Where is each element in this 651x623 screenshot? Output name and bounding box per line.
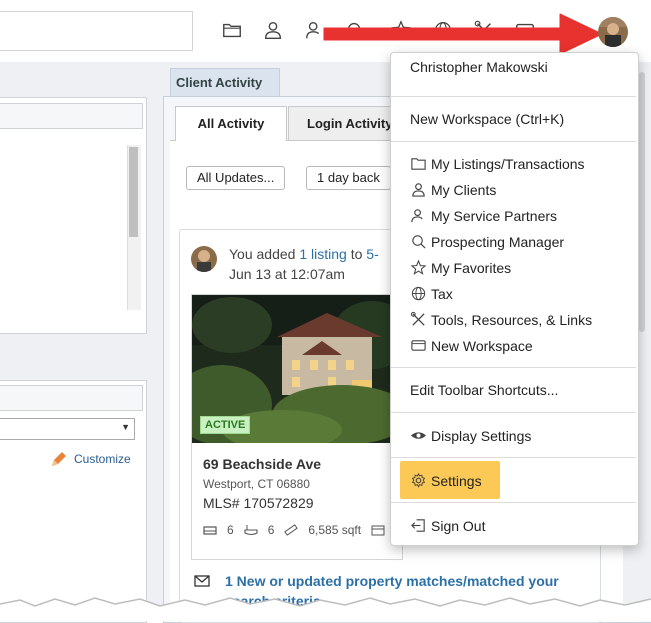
activity-text: You added 1 listing to 5- Jun 13 at 12:0… (229, 244, 379, 284)
menu-item-label: Display Settings (431, 427, 532, 444)
menu-user-name: Christopher Makowski (410, 59, 548, 75)
avatar (191, 246, 217, 272)
beds-count: 6 (227, 523, 234, 537)
left-select[interactable]: ▼ (0, 418, 135, 440)
menu-item-label: Sign Out (431, 517, 486, 534)
listing-link[interactable]: 1 listing (299, 246, 346, 262)
bath-icon (244, 524, 258, 536)
chevron-down-icon: ▼ (121, 422, 130, 432)
menu-item-favorites[interactable]: My Favorites (410, 259, 511, 276)
menu-divider (391, 96, 636, 97)
menu-divider (391, 457, 636, 458)
avatar[interactable] (598, 17, 628, 47)
menu-item-tax[interactable]: Tax (410, 285, 453, 302)
left-panel-lower (0, 380, 147, 623)
listing-mls: MLS# 170572829 (203, 495, 314, 511)
search-input[interactable] (0, 11, 193, 51)
menu-item-tools[interactable]: Tools, Resources, & Links (410, 311, 592, 328)
left-panel (0, 97, 147, 334)
workspace-icon (411, 340, 426, 351)
menu-item-label: My Favorites (431, 259, 512, 276)
search-icon (412, 235, 426, 249)
status-badge: ACTIVE (200, 416, 251, 434)
user-icon[interactable] (261, 18, 285, 42)
tools-icon (410, 311, 425, 326)
left-panel-input[interactable] (0, 103, 143, 129)
activity-mid: to (346, 246, 367, 262)
menu-item-listings[interactable]: My Listings/Transactions (410, 155, 585, 172)
listing-meta: 6 6 6,585 sqft (203, 523, 385, 537)
menu-item-label: New Workspace (431, 337, 533, 354)
menu-divider (391, 502, 636, 503)
left-panel-scroll-thumb[interactable] (129, 147, 138, 237)
left-lower-input[interactable] (0, 385, 143, 411)
menu-item-label: Tax (431, 285, 453, 302)
menu-item-label: Prospecting Manager (431, 233, 565, 250)
user-handshake-icon (411, 209, 423, 223)
menu-item-prospecting[interactable]: Prospecting Manager (410, 233, 564, 250)
menu-display-settings[interactable]: Display Settings (410, 427, 531, 444)
bed-icon (203, 524, 217, 536)
pointer-arrow (323, 13, 603, 55)
eye-icon (410, 432, 427, 439)
menu-divider (391, 141, 636, 142)
menu-sign-out[interactable]: Sign Out (410, 517, 485, 534)
customize-link[interactable]: Customize (50, 450, 131, 468)
menu-item-label: My Listings/Transactions (431, 155, 585, 172)
mail-icon (194, 575, 210, 587)
listing-address[interactable]: 69 Beachside Ave (203, 456, 321, 472)
calendar-icon (371, 524, 385, 536)
customize-label: Customize (74, 452, 131, 466)
menu-edit-shortcuts[interactable]: Edit Toolbar Shortcuts... (410, 382, 558, 398)
tab-login-activity[interactable]: Login Activity (288, 106, 398, 140)
folder-icon (411, 158, 426, 170)
menu-item-label: Tools, Resources, & Links (431, 311, 593, 328)
globe-icon (411, 286, 426, 301)
menu-item-label: My Service Partners (431, 207, 558, 224)
collection-link[interactable]: 5- (366, 246, 378, 262)
menu-settings[interactable]: Settings (410, 472, 482, 489)
menu-item-label: Settings (431, 472, 482, 489)
ruler-icon (284, 524, 299, 536)
all-updates-filter[interactable]: All Updates... (186, 166, 286, 190)
star-icon (410, 259, 427, 275)
client-activity-title: Client Activity (170, 68, 280, 96)
baths-count: 6 (267, 523, 275, 537)
pencil-icon (52, 452, 66, 466)
menu-divider (391, 367, 636, 368)
tab-all-activity[interactable]: All Activity (175, 106, 287, 141)
menu-item-label: My Clients (431, 181, 497, 198)
days-back-filter[interactable]: 1 day back (306, 166, 391, 190)
torn-edge (0, 597, 651, 621)
sign-out-icon (411, 519, 425, 532)
gear-icon (411, 472, 426, 488)
sqft-value: 6,585 sqft (308, 523, 362, 537)
listing-city: Westport, CT 06880 (203, 477, 310, 491)
menu-divider (391, 412, 636, 413)
menu-item-service-partners[interactable]: My Service Partners (410, 207, 557, 224)
user-icon (412, 183, 425, 197)
menu-new-workspace-shortcut[interactable]: New Workspace (Ctrl+K) (410, 111, 564, 127)
activity-prefix: You added (229, 246, 300, 262)
activity-timestamp: Jun 13 at 12:07am (229, 266, 345, 282)
menu-item-new-workspace[interactable]: New Workspace (410, 337, 533, 354)
menu-item-clients[interactable]: My Clients (410, 181, 496, 198)
folder-icon[interactable] (220, 18, 244, 42)
